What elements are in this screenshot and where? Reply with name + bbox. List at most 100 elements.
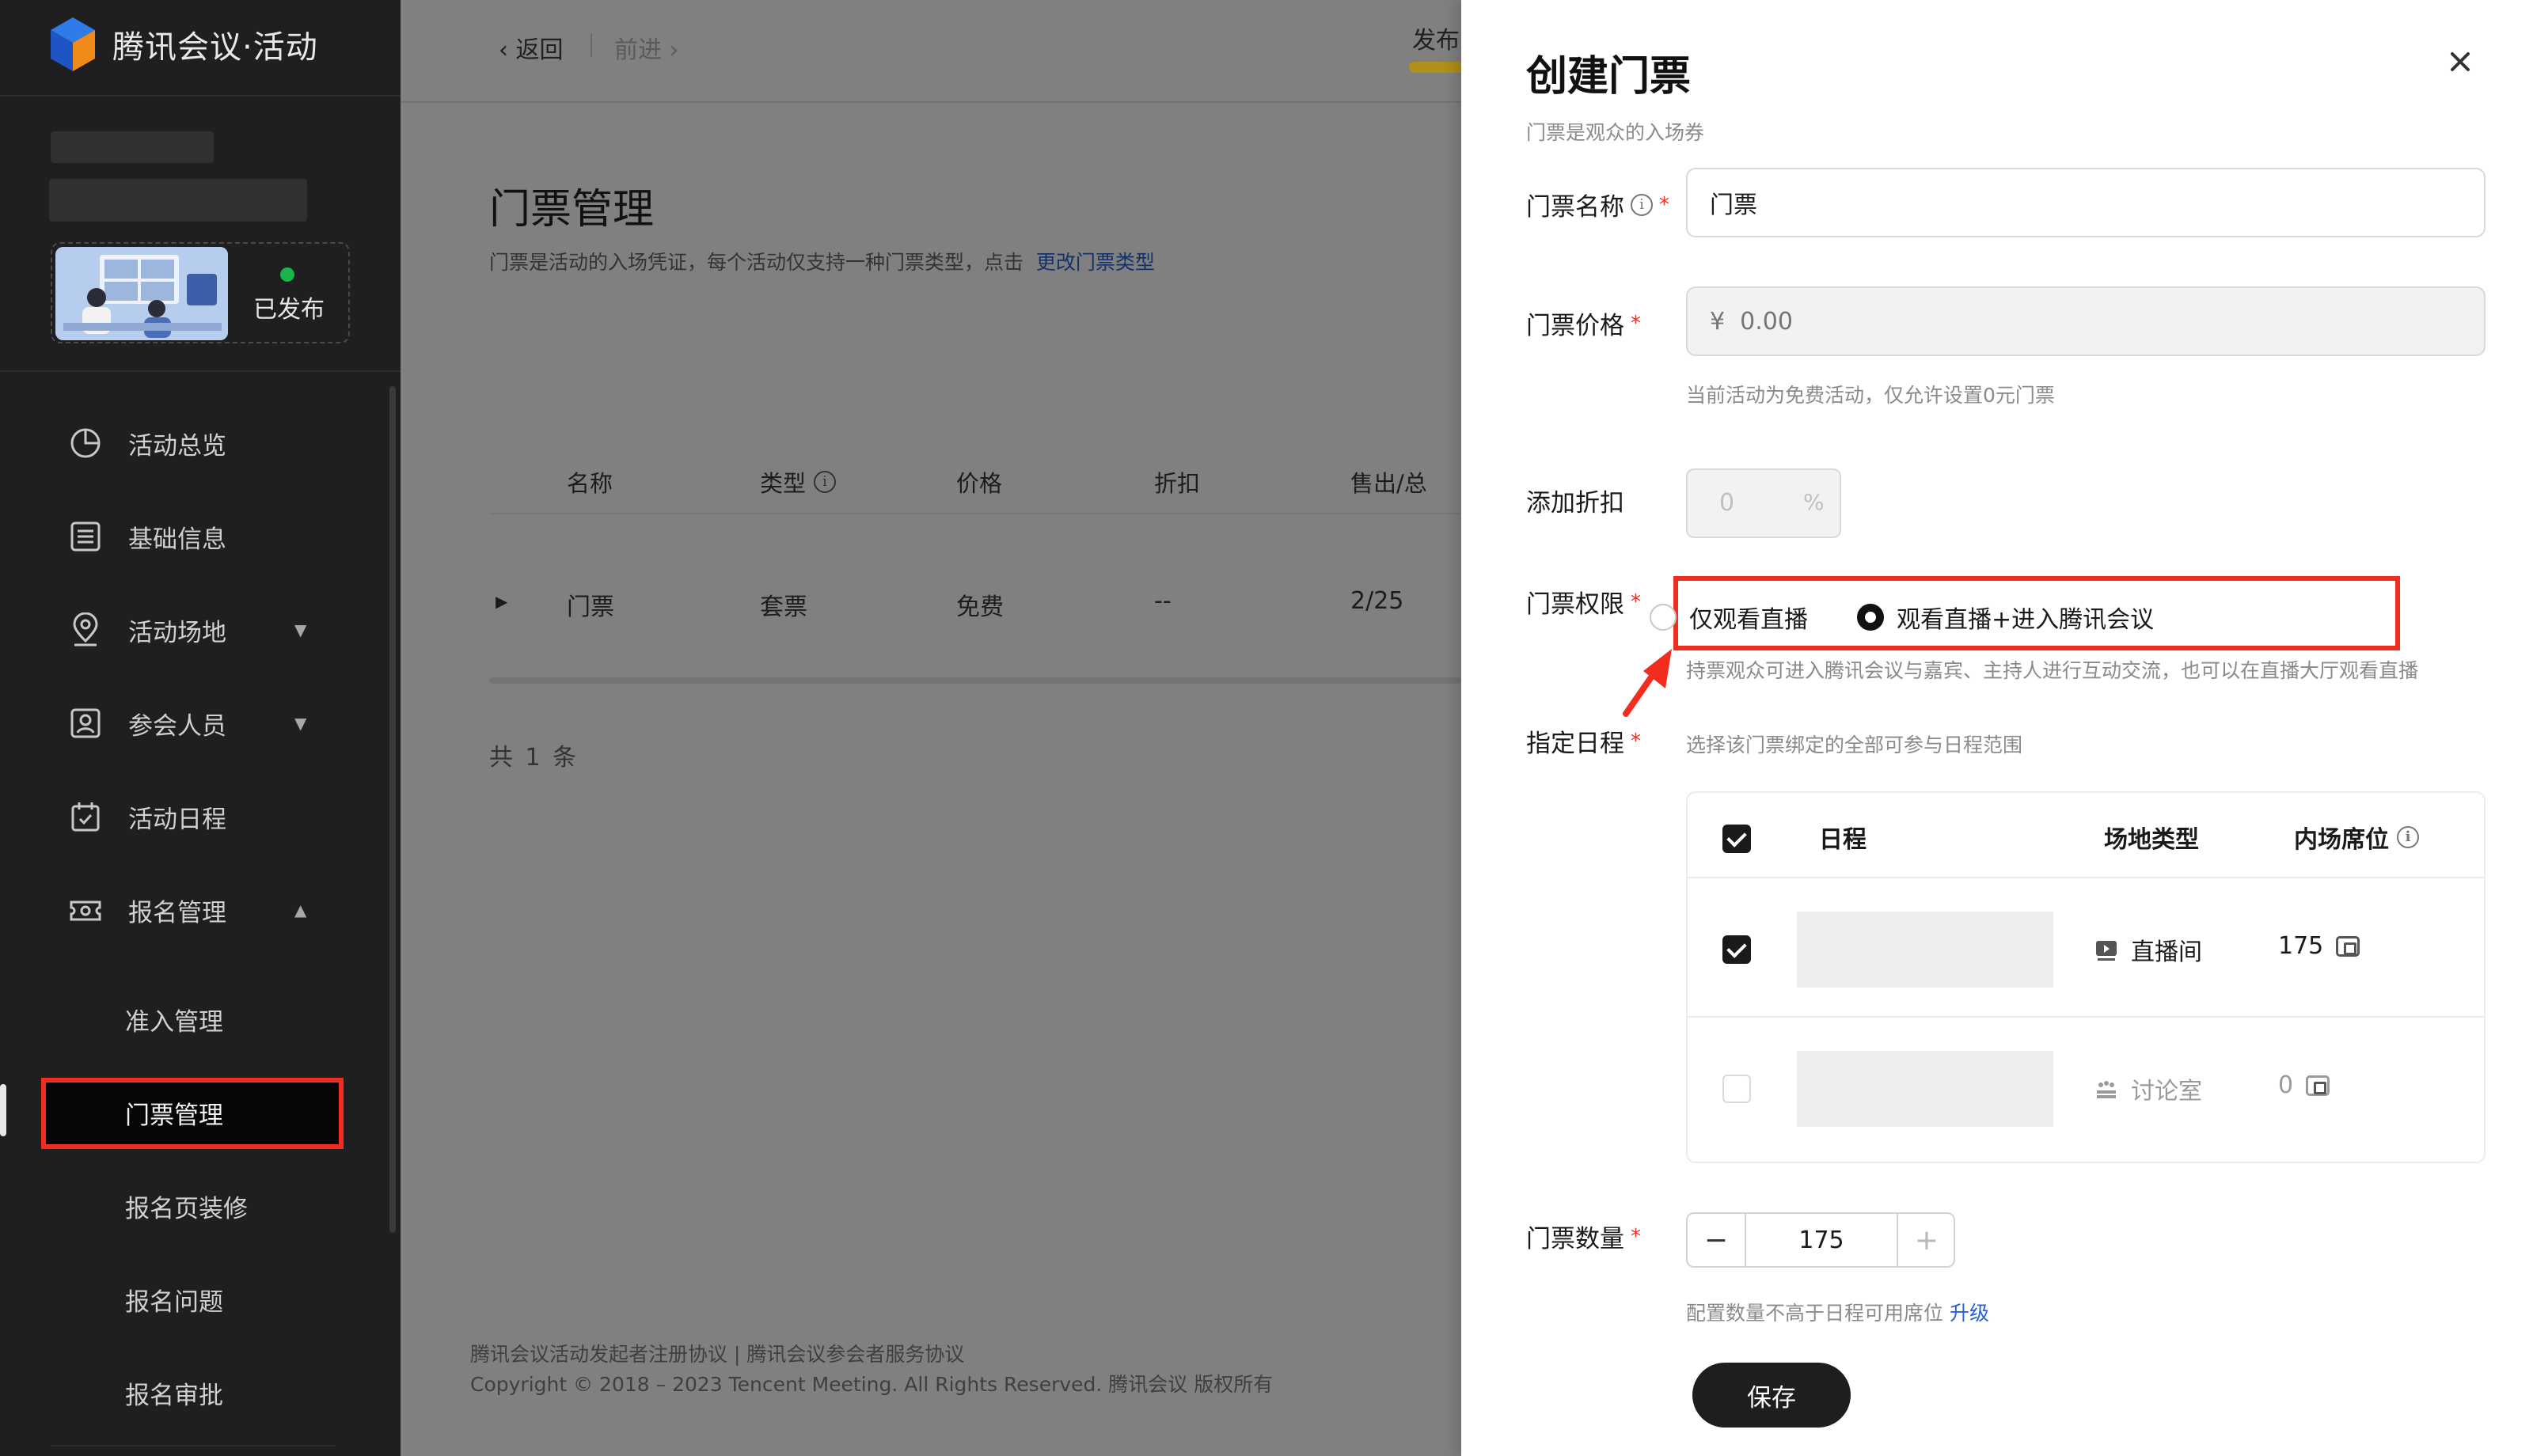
close-icon[interactable] <box>2443 44 2478 79</box>
location-pin-icon <box>73 612 98 646</box>
schedule-row-checkbox[interactable] <box>1722 935 1751 964</box>
radio-live-and-meeting[interactable]: 观看直播+进入腾讯会议 <box>1857 600 2154 635</box>
forward-button[interactable]: 前进 › <box>614 30 679 65</box>
forward-label: 前进 <box>614 36 662 64</box>
drawer-subtitle: 门票是观众的入场券 <box>1526 121 1705 144</box>
sidebar-item-overview[interactable]: 活动总览 <box>0 411 388 475</box>
table-header-price: 价格 <box>956 470 1003 497</box>
sidebar-item-registration[interactable]: 报名管理 ▲ <box>0 878 388 942</box>
page-title: 门票管理 <box>489 186 655 233</box>
footer-agreements[interactable]: 腾讯会议活动发起者注册协议 | 腾讯会议参会者服务协议 <box>470 1339 964 1367</box>
decrement-button[interactable]: − <box>1688 1214 1745 1266</box>
event-name-placeholder <box>51 131 214 163</box>
radio-unchecked-icon <box>1650 604 1677 631</box>
sidebar-item-venue[interactable]: 活动场地 ▼ <box>0 598 388 662</box>
sidebar-subitem-label: 报名页装修 <box>125 1194 248 1223</box>
sidebar-divider <box>0 95 401 97</box>
table-cell-price: 免费 <box>956 593 1004 621</box>
chevron-down-icon: ▼ <box>294 714 307 733</box>
increment-button[interactable]: + <box>1898 1214 1955 1266</box>
back-button[interactable]: ‹ 返回 <box>499 30 564 65</box>
required-mark: * <box>1631 729 1641 753</box>
quantity-hint: 配置数量不高于日程可用席位 升级 <box>1686 1298 1989 1326</box>
page-description-text: 门票是活动的入场凭证，每个活动仅支持一种门票类型，点击 <box>489 251 1024 274</box>
pie-chart-icon <box>70 428 101 458</box>
sidebar-subitem-tickets[interactable]: 门票管理 <box>0 1081 388 1144</box>
sidebar-subitem-questions[interactable]: 报名问题 <box>0 1268 388 1331</box>
schedule-label: 指定日程 * <box>1526 723 1641 759</box>
sidebar-subitem-page-design[interactable]: 报名页装修 <box>0 1174 388 1238</box>
ticket-name-input[interactable] <box>1686 168 2486 237</box>
publish-tab[interactable]: 发布 <box>1412 21 1460 55</box>
chevron-right-icon: › <box>662 36 679 64</box>
chevron-left-icon: ‹ <box>499 36 516 64</box>
info-icon[interactable]: i <box>814 471 837 493</box>
event-status-label: 已发布 <box>253 296 325 324</box>
discount-input[interactable]: 0 % <box>1686 468 1841 538</box>
info-icon[interactable]: i <box>2397 826 2419 848</box>
percent-unit: % <box>1803 489 1825 515</box>
save-button[interactable]: 保存 <box>1692 1363 1851 1428</box>
schedule-label-text: 指定日程 <box>1526 730 1624 758</box>
calendar-check-icon <box>71 802 100 832</box>
venue-label: 讨论室 <box>2131 1078 2202 1105</box>
schedule-name-placeholder <box>1797 912 2053 988</box>
event-subtitle-placeholder <box>49 179 307 222</box>
schedule-header-seats: 内场席位 i <box>2294 820 2419 855</box>
list-icon <box>70 521 101 552</box>
app-logo[interactable]: 腾讯会议·活动 <box>49 16 318 73</box>
quantity-hint-text: 配置数量不高于日程可用席位 <box>1686 1302 1944 1325</box>
sidebar-subitem-label: 报名问题 <box>125 1287 223 1317</box>
ticket-price-label-text: 门票价格 <box>1526 312 1624 340</box>
radio-label: 观看直播+进入腾讯会议 <box>1897 606 2155 634</box>
tencent-meeting-logo-icon <box>51 17 95 71</box>
upgrade-link[interactable]: 升级 <box>1950 1302 1989 1325</box>
ticket-permission-label: 门票权限 * <box>1526 584 1641 620</box>
sidebar: 腾讯会议·活动 已发布 活动总览 基础信息 活动场地 ▼ 参会人员 ▼ 活动日程… <box>0 0 401 1456</box>
quantity-value[interactable]: 175 <box>1745 1214 1898 1266</box>
info-icon[interactable]: i <box>1631 193 1653 216</box>
sidebar-item-label: 参会人员 <box>128 711 226 741</box>
change-ticket-type-link[interactable]: 更改门票类型 <box>1036 251 1155 274</box>
ticket-price-input[interactable] <box>1686 286 2486 356</box>
schedule-header-name: 日程 <box>1819 826 1867 854</box>
sidebar-subitem-access[interactable]: 准入管理 <box>0 988 388 1051</box>
sidebar-item-basic-info[interactable]: 基础信息 <box>0 505 388 568</box>
sidebar-scrollbar[interactable] <box>389 386 396 1233</box>
schedule-row-checkbox[interactable] <box>1722 1075 1751 1103</box>
select-all-checkbox[interactable] <box>1722 825 1751 853</box>
schedule-seats: 175 <box>2278 932 2360 960</box>
schedule-name-placeholder <box>1797 1051 2053 1127</box>
sidebar-item-attendees[interactable]: 参会人员 ▼ <box>0 692 388 755</box>
sidebar-item-schedule[interactable]: 活动日程 <box>0 785 388 848</box>
page-description: 门票是活动的入场凭证，每个活动仅支持一种门票类型，点击 更改门票类型 <box>489 247 1155 275</box>
expand-row-icon[interactable]: ▶ <box>496 592 507 611</box>
radio-label: 仅观看直播 <box>1689 606 1808 634</box>
event-card[interactable]: 已发布 <box>51 242 350 343</box>
app-logo-text: 腾讯会议·活动 <box>112 29 318 66</box>
table-cell-discount: -- <box>1154 587 1172 615</box>
table-divider <box>489 513 1461 514</box>
table-divider <box>1688 1016 2484 1018</box>
quantity-stepper[interactable]: − 175 + <box>1686 1212 1955 1268</box>
annotation-arrow-icon <box>1623 649 1672 717</box>
table-horizontal-scrollbar[interactable] <box>489 677 1461 684</box>
sidebar-divider <box>0 370 401 372</box>
ticket-permission-label-text: 门票权限 <box>1526 590 1624 619</box>
chevron-down-icon: ▼ <box>294 620 307 639</box>
nav-divider <box>591 33 592 57</box>
ticket-icon <box>70 901 101 921</box>
main-content: ‹ 返回 前进 › 发布 门票管理 门票是活动的入场凭证，每个活动仅支持一种门票… <box>401 0 1461 1456</box>
sidebar-divider <box>51 1445 336 1447</box>
table-header-type: 类型 i <box>760 465 837 499</box>
footer-copyright: Copyright © 2018 – 2023 Tencent Meeting.… <box>470 1373 1274 1396</box>
drawer-title: 创建门票 <box>1526 53 1692 100</box>
required-mark: * <box>1659 192 1669 217</box>
sidebar-item-label: 活动日程 <box>128 805 226 834</box>
event-cover-image <box>55 247 228 340</box>
ticket-name-label: 门票名称 i * <box>1526 187 1669 222</box>
sidebar-subitem-approval[interactable]: 报名审批 <box>0 1361 388 1424</box>
seat-icon <box>2306 1075 2330 1096</box>
seat-icon <box>2336 935 2360 957</box>
radio-watch-live-only[interactable]: 仅观看直播 <box>1650 600 1808 635</box>
